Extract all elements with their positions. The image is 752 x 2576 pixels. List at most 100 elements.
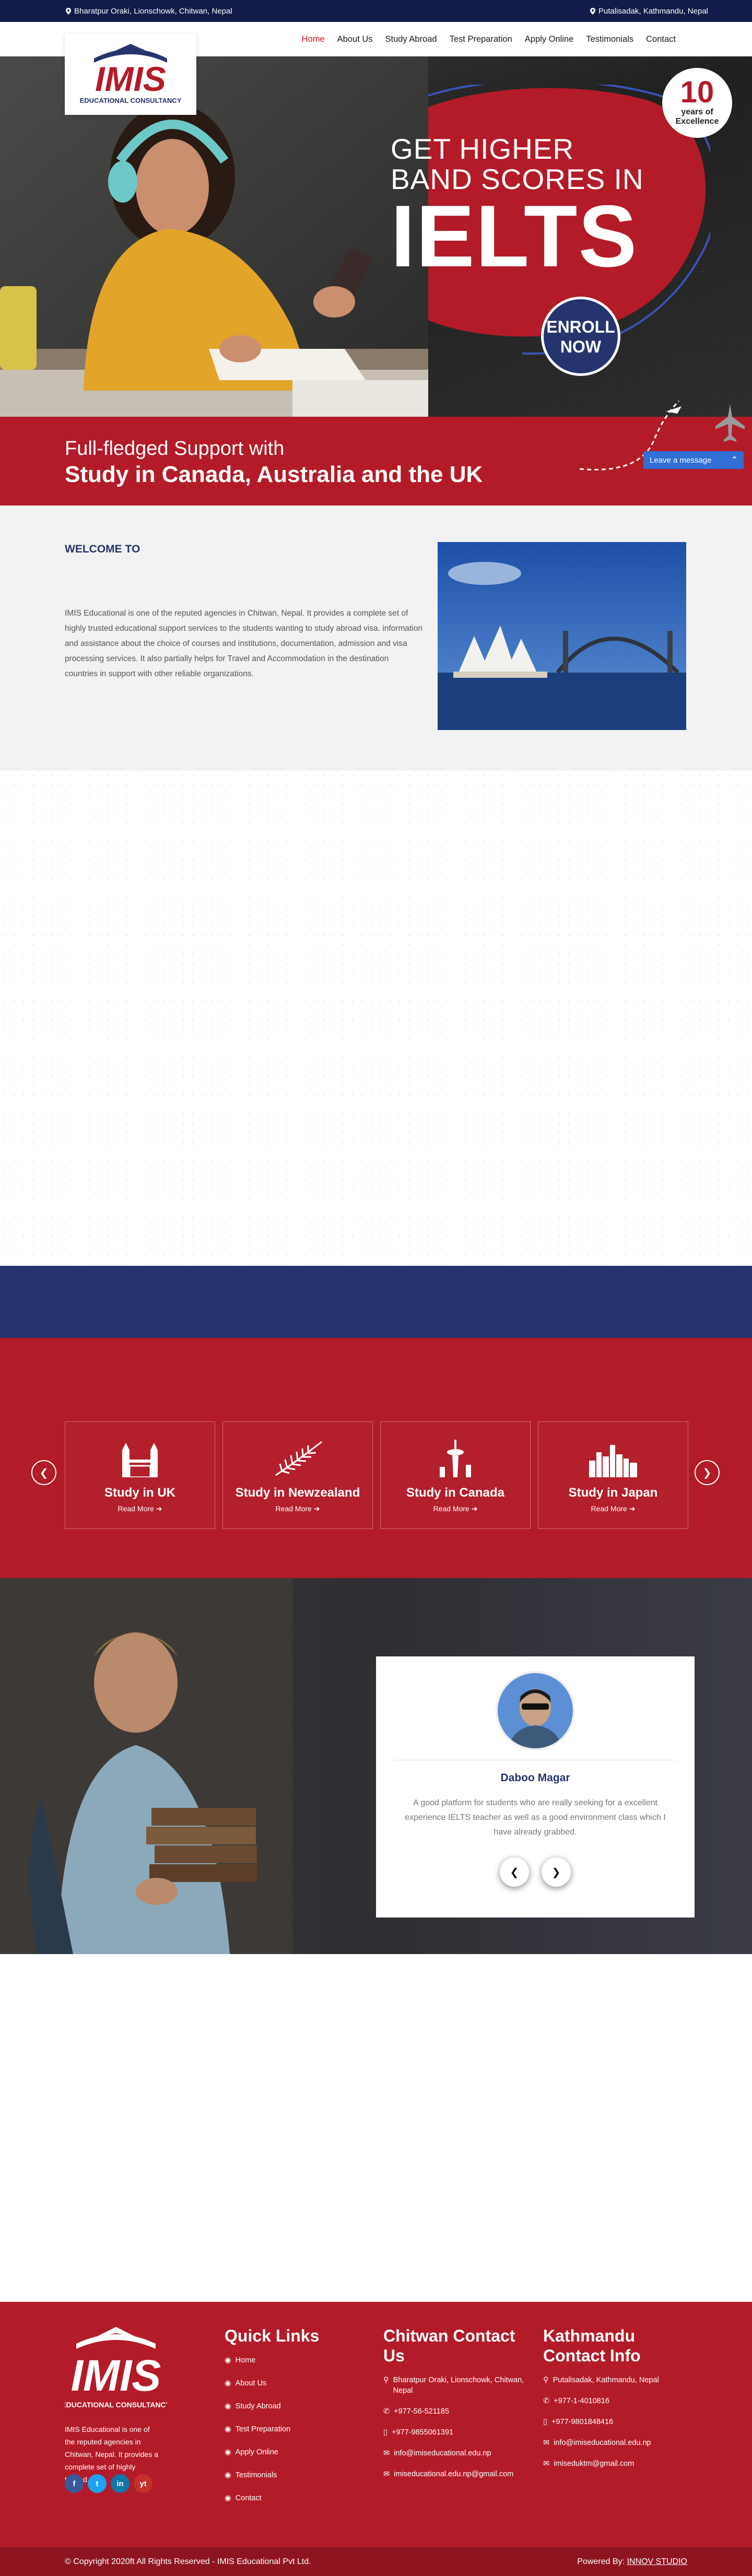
study-destinations-section: ❮ Study in UK Read More ➔ Study in Newze… xyxy=(0,1338,752,1578)
logo-graphic: IMIS EDUCATIONAL CONSULTANCY xyxy=(80,44,182,105)
envelope-icon: ✉ xyxy=(543,2460,550,2468)
twitter-icon[interactable]: t xyxy=(88,2474,107,2493)
kathmandu-gmail[interactable]: ✉ imiseduktm@gmail.com xyxy=(543,2459,689,2469)
chitwan-email[interactable]: ✉ info@imiseducational.edu.np xyxy=(383,2448,530,2459)
kathmandu-email[interactable]: ✉ info@imiseducational.edu.np xyxy=(543,2438,689,2448)
nav-item-test-preparation[interactable]: Test Preparation xyxy=(443,34,519,44)
kathmandu-mobile[interactable]: ▯ +977-9801848416 xyxy=(543,2417,689,2427)
map-pin-icon xyxy=(66,7,71,15)
chitwan-gmail[interactable]: ✉ imiseducational.edu.np@gmail.com xyxy=(383,2469,530,2479)
mobile-icon: ▯ xyxy=(543,2418,547,2426)
welcome-section: WELCOME TO IMIS Educational is one of th… xyxy=(0,505,752,771)
nav-item-study-abroad[interactable]: Study Abroad xyxy=(379,34,443,44)
years-text1: years of xyxy=(681,108,713,116)
logo-sub: EDUCATIONAL CONSULTANCY xyxy=(80,97,182,104)
linkedin-icon[interactable]: in xyxy=(111,2474,130,2493)
enroll-line1: ENROLL xyxy=(546,317,615,336)
read-more-link[interactable]: Read More ➔ xyxy=(538,1504,688,1513)
kathmandu-title: Kathmandu Contact Info xyxy=(543,2326,641,2365)
arrow-right-icon: ➔ xyxy=(156,1504,162,1513)
mobile-icon: ▯ xyxy=(383,2428,387,2437)
site-logo[interactable]: IMIS EDUCATIONAL CONSULTANCY xyxy=(65,33,196,115)
card-title: Study in Canada xyxy=(406,1486,505,1500)
big-ben-icon xyxy=(122,1443,158,1477)
card-title: Study in UK xyxy=(104,1486,175,1500)
testimonial-name: Daboo Magar xyxy=(500,1772,570,1784)
map-pin-icon: ⚲ xyxy=(543,2376,549,2384)
carousel-next-button[interactable]: ❯ xyxy=(695,1460,720,1485)
footer-logo[interactable]: IMIS EDUCATIONAL CONSULTANCY xyxy=(61,2326,171,2417)
envelope-icon: ✉ xyxy=(383,2470,390,2478)
footer-link-test-preparation[interactable]: ◉ Test Preparation xyxy=(225,2424,360,2434)
phone-icon: ✆ xyxy=(383,2407,390,2416)
chitwan-address: ⚲ Bharatpur Oraki, Lionschowk, Chitwan, N… xyxy=(383,2376,524,2395)
chevron-left-icon: ❮ xyxy=(500,1857,529,1887)
footer-link-apply-online[interactable]: ◉ Apply Online xyxy=(225,2447,360,2457)
left-address-text: Bharatpur Oraki, Lionschowk, Chitwan, Ne… xyxy=(74,6,232,16)
map-pin-icon xyxy=(590,7,595,15)
enroll-now-button[interactable]: ENROLL NOW xyxy=(541,297,620,376)
leave-message-label: Leave a message xyxy=(650,455,712,465)
chitwan-title: Chitwan Contact Us xyxy=(383,2326,515,2365)
powered-by: Powered By: INNOV STUDIO xyxy=(577,2557,687,2566)
kathmandu-address: ⚲ Putalisadak, Kathmandu, Nepal xyxy=(543,2376,659,2384)
airplane-icon xyxy=(715,404,745,442)
read-more-link[interactable]: Read More ➔ xyxy=(381,1504,530,1513)
top-bar: Bharatpur Oraki, Lionschowk, Chitwan, Ne… xyxy=(0,0,752,22)
chevron-circle-icon: ◉ xyxy=(225,2494,231,2502)
carousel-prev-button[interactable]: ❮ xyxy=(31,1460,56,1485)
card-title: Study in Newzealand xyxy=(235,1486,360,1500)
powered-by-link[interactable]: INNOV STUDIO xyxy=(627,2557,687,2566)
fern-leaf-icon xyxy=(275,1441,322,1476)
chevron-up-icon: ⌃ xyxy=(730,454,738,465)
card-study-canada[interactable]: Study in Canada Read More ➔ xyxy=(380,1421,531,1529)
chitwan-mobile[interactable]: ▯ +977-9855061391 xyxy=(383,2427,530,2438)
footer-link-testimonials[interactable]: ◉ Testimonials xyxy=(225,2470,360,2480)
footer-link-contact[interactable]: ◉ Contact xyxy=(225,2493,360,2503)
read-more-link[interactable]: Read More ➔ xyxy=(65,1504,215,1513)
chevron-circle-icon: ◉ xyxy=(225,2402,231,2410)
student-with-books-photo xyxy=(0,1578,292,1954)
read-more-link[interactable]: Read More ➔ xyxy=(223,1504,372,1513)
nav-item-apply-online[interactable]: Apply Online xyxy=(519,34,580,44)
testimonial-next-button[interactable]: ❯ xyxy=(542,1857,571,1887)
footer-logo-brand: IMIS xyxy=(71,2351,161,2400)
hero-line1: GET HIGHER xyxy=(391,133,574,165)
band-line1: Full-fledged Support with xyxy=(65,438,285,460)
site-footer: IMIS EDUCATIONAL CONSULTANCY IMIS Educat… xyxy=(0,2302,752,2547)
card-study-japan[interactable]: Study in Japan Read More ➔ xyxy=(538,1421,688,1529)
chevron-right-icon: ❯ xyxy=(542,1857,571,1887)
destination-cards: Study in UK Read More ➔ Study in Newzeal… xyxy=(65,1421,688,1529)
hero-band: Full-fledged Support with Study in Canad… xyxy=(0,400,752,505)
kathmandu-contact-column: Kathmandu Contact Info ⚲ Putalisadak, Kat… xyxy=(543,2326,689,2479)
quick-links-title: Quick Links xyxy=(225,2326,320,2345)
nav-item-contact[interactable]: Contact xyxy=(640,34,682,44)
nav-item-testimonials[interactable]: Testimonials xyxy=(580,34,640,44)
cn-tower-icon xyxy=(440,1440,471,1477)
social-links: f t in yt xyxy=(65,2474,152,2493)
nav-item-about[interactable]: About Us xyxy=(331,34,379,44)
footer-link-study-abroad[interactable]: ◉ Study Abroad xyxy=(225,2401,360,2412)
chitwan-contact-column: Chitwan Contact Us ⚲ Bharatpur Oraki, Lio… xyxy=(383,2326,530,2490)
copyright-text: © Copyright 2020ft All Rights Reserved -… xyxy=(65,2557,311,2566)
kathmandu-phone[interactable]: ✆ +977-1-4010816 xyxy=(543,2396,689,2406)
card-study-uk[interactable]: Study in UK Read More ➔ xyxy=(65,1421,215,1529)
footer-link-home[interactable]: ◉ Home xyxy=(225,2355,360,2366)
testimonial-avatar xyxy=(496,1671,575,1750)
facebook-icon[interactable]: f xyxy=(65,2474,84,2493)
quick-links-column: Quick Links ◉ Home ◉ About Us ◉ Study Abroa… xyxy=(225,2326,360,2516)
leave-message-chat-button[interactable]: Leave a message ⌃ xyxy=(643,451,744,469)
welcome-text: IMIS Educational is one of the reputed a… xyxy=(65,609,422,678)
chevron-left-icon: ❮ xyxy=(39,1467,49,1479)
nav-item-home[interactable]: Home xyxy=(296,34,331,44)
footer-link-about[interactable]: ◉ About Us xyxy=(225,2378,360,2389)
years-number: 10 xyxy=(680,75,714,109)
testimonial-prev-button[interactable]: ❮ xyxy=(500,1857,529,1887)
chitwan-phone[interactable]: ✆ +977-56-521185 xyxy=(383,2406,530,2417)
right-address: Putalisadak, Kathmandu, Nepal xyxy=(590,7,708,16)
card-study-newzealand[interactable]: Study in Newzealand Read More ➔ xyxy=(222,1421,373,1529)
youtube-icon[interactable]: yt xyxy=(134,2474,152,2493)
phone-icon: ✆ xyxy=(543,2397,550,2405)
envelope-icon: ✉ xyxy=(543,2439,550,2447)
testimonial-section: Daboo Magar A good platform for students… xyxy=(0,1578,752,1954)
